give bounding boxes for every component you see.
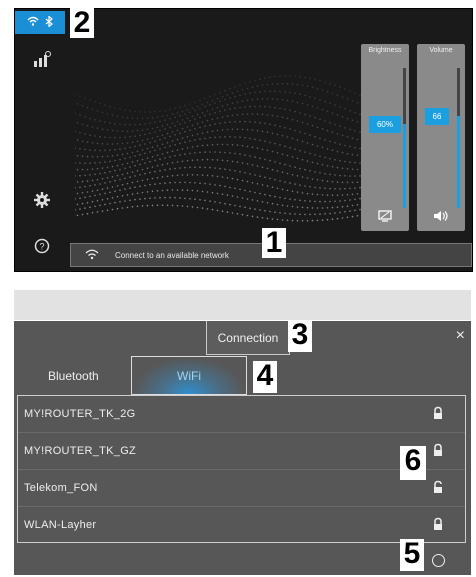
callout-5: 5 xyxy=(400,539,424,571)
callout-2: 2 xyxy=(70,8,94,38)
bluetooth-icon xyxy=(45,14,53,30)
tab-wifi[interactable]: WiFi xyxy=(131,356,247,395)
wifi-icon xyxy=(85,249,99,262)
separator-strip xyxy=(14,290,471,320)
wifi-icon xyxy=(27,16,39,29)
volume-panel: Volume 66 xyxy=(417,44,465,231)
network-icon[interactable] xyxy=(31,49,53,71)
callout-1: 1 xyxy=(262,228,286,258)
network-name: MY!ROUTER_TK_GZ xyxy=(24,445,137,457)
callout-6: 6 xyxy=(400,446,426,480)
network-list: MY!ROUTER_TK_2G MY!ROUTER_TK_GZ Telekom_… xyxy=(17,395,466,543)
lock-icon xyxy=(431,443,445,457)
speaker-icon xyxy=(417,210,465,225)
network-row[interactable]: MY!ROUTER_TK_GZ xyxy=(18,433,465,469)
brightness-value[interactable]: 60% xyxy=(369,116,401,133)
close-icon[interactable]: × xyxy=(456,327,465,345)
network-row[interactable]: MY!ROUTER_TK_2G xyxy=(18,396,465,432)
network-name: Telekom_FON xyxy=(24,482,98,494)
network-name: MY!ROUTER_TK_2G xyxy=(24,408,136,420)
connect-network-label: Connect to an available network xyxy=(115,251,229,260)
unlock-icon xyxy=(431,480,445,494)
help-icon[interactable]: ? xyxy=(31,235,53,257)
network-row[interactable]: Telekom_FON xyxy=(18,470,465,506)
top-screen: ? Brightness 60% Volume 66 Connect to an… xyxy=(14,8,473,272)
wave-visualization xyxy=(75,75,374,222)
connection-button[interactable]: Connection xyxy=(206,321,290,355)
connectivity-status-button[interactable] xyxy=(15,11,65,34)
callout-4: 4 xyxy=(253,361,277,393)
tab-bluetooth[interactable]: Bluetooth xyxy=(48,369,99,383)
refresh-icon[interactable] xyxy=(432,554,445,567)
volume-value[interactable]: 66 xyxy=(425,108,449,125)
brightness-fill xyxy=(403,124,406,208)
volume-fill xyxy=(457,116,460,208)
network-name: WLAN-Layher xyxy=(24,519,97,531)
volume-label: Volume xyxy=(429,47,453,54)
brightness-label: Brightness xyxy=(368,47,402,54)
callout-3: 3 xyxy=(288,320,312,352)
display-icon xyxy=(361,210,409,225)
network-row[interactable]: WLAN-Layher xyxy=(18,507,465,543)
settings-gear-icon[interactable] xyxy=(31,189,53,211)
svg-text:?: ? xyxy=(39,242,44,252)
brightness-panel: Brightness 60% xyxy=(361,44,409,231)
lock-icon xyxy=(431,406,445,420)
lock-icon xyxy=(431,517,445,531)
